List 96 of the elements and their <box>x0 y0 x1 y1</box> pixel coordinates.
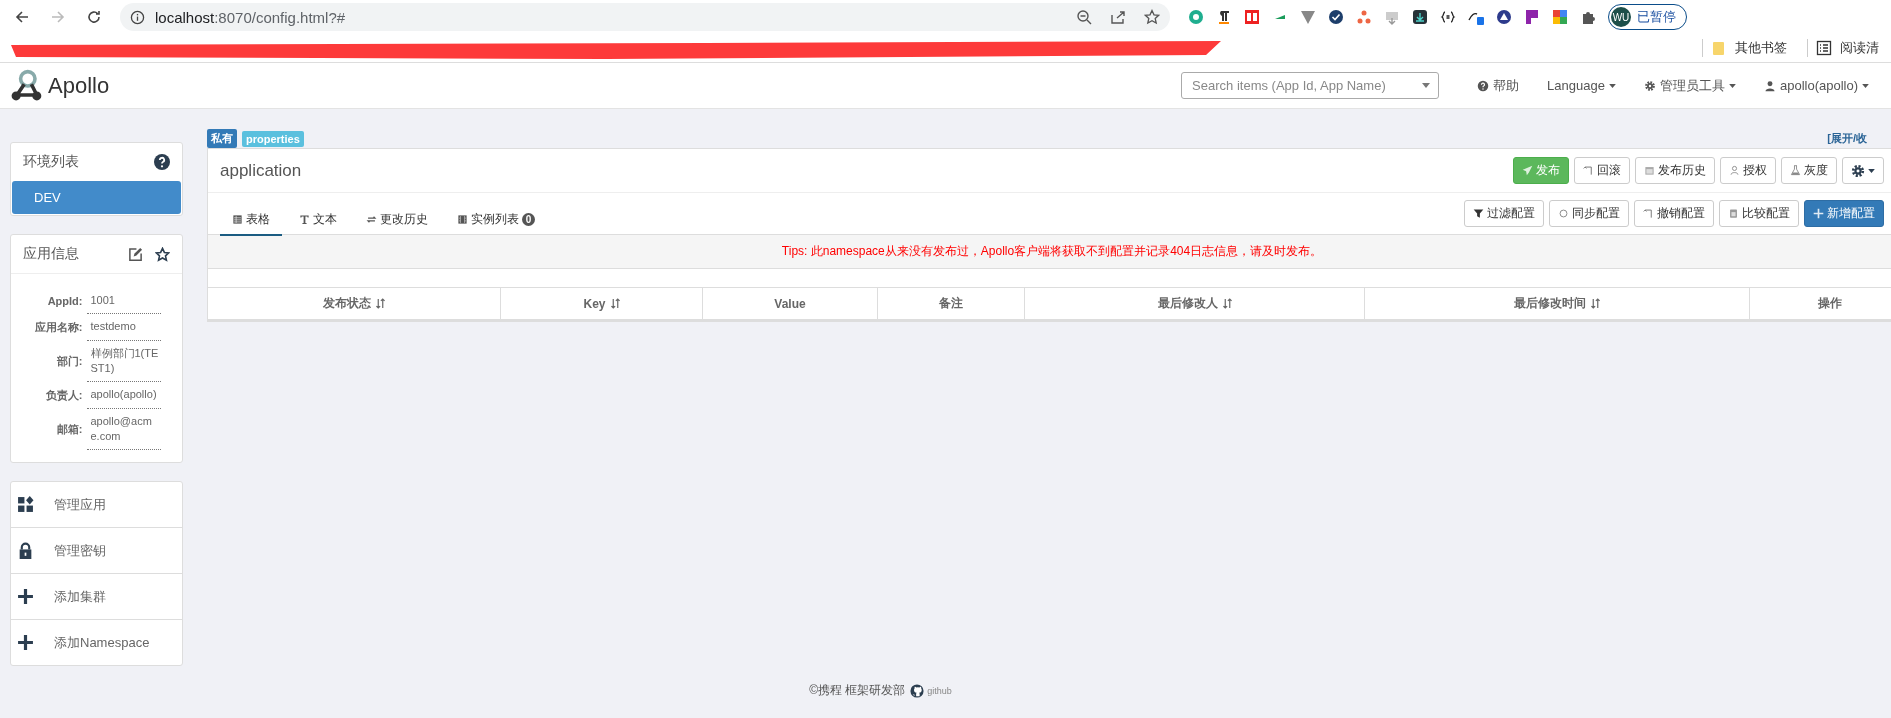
star-icon[interactable] <box>155 246 170 262</box>
extensions-puzzle-icon[interactable] <box>1580 9 1596 25</box>
expand-collapse-link[interactable]: [展开/收 <box>1827 131 1867 146</box>
column-header[interactable]: 最后修改时间 <box>1365 288 1750 319</box>
extension-icon[interactable] <box>1524 9 1540 25</box>
caret-icon <box>1868 168 1875 173</box>
field-label: 邮箱: <box>55 422 83 437</box>
filter-icon <box>1473 208 1484 219</box>
calendar-icon <box>1644 165 1655 176</box>
environment-item[interactable]: DEV <box>12 181 181 214</box>
config-button[interactable]: 同步配置 <box>1549 200 1629 227</box>
extension-icon[interactable] <box>1412 9 1428 25</box>
field-label: 部门: <box>55 354 83 369</box>
edit-icon[interactable] <box>128 246 143 262</box>
field-label: AppId: <box>46 294 83 309</box>
plus-icon <box>1813 208 1824 219</box>
column-header: 操作 <box>1750 288 1891 319</box>
return-arrow-icon <box>1583 165 1594 176</box>
column-header: Value <box>703 288 878 319</box>
extension-icon[interactable] <box>1496 9 1512 25</box>
bookmark-star-icon[interactable] <box>1144 9 1160 25</box>
field-value: 样例部门1(TEST1) <box>86 341 161 382</box>
field-label: 应用名称: <box>33 320 83 335</box>
field-value: apollo(apollo) <box>86 382 161 409</box>
nav-link[interactable]: 管理员工具 <box>1643 76 1736 95</box>
column-header[interactable]: 发布状态 <box>208 288 501 319</box>
document-icon <box>1728 208 1739 219</box>
toolbar-button[interactable]: 发布历史 <box>1635 157 1715 184</box>
toolbar-button[interactable]: 授权 <box>1720 157 1776 184</box>
flask-icon <box>1790 165 1801 176</box>
field-value: 1001 <box>86 288 161 314</box>
toolbar-button[interactable]: 回滚 <box>1574 157 1630 184</box>
brand-name[interactable]: Apollo <box>48 72 110 99</box>
circle-icon <box>1558 208 1569 219</box>
nav-link[interactable]: Language <box>1547 78 1616 93</box>
copyright-text: ©携程 框架研发部 <box>809 682 906 699</box>
view-tab[interactable]: 文本 <box>287 201 349 236</box>
folder-icon <box>1711 40 1727 56</box>
search-field[interactable]: Search items (App Id, App Name) <box>1181 72 1440 99</box>
user-icon <box>1763 79 1776 92</box>
zoom-out-icon[interactable] <box>1076 9 1092 25</box>
help-icon <box>1477 79 1490 92</box>
panel-title: 应用信息 <box>23 245 79 263</box>
info-icon[interactable] <box>130 9 145 25</box>
swap-arrows-icon <box>366 214 377 225</box>
bookmark-folder[interactable]: 其他书签 <box>1735 39 1787 57</box>
column-header[interactable]: 最后修改人 <box>1025 288 1365 319</box>
config-button[interactable]: 撤销配置 <box>1634 200 1714 227</box>
return-arrow-icon <box>1643 208 1654 219</box>
address-field[interactable]: localhost:8070/config.html?# <box>155 8 346 26</box>
view-tab[interactable]: 更改历史 <box>354 201 440 236</box>
share-icon[interactable] <box>1110 9 1126 25</box>
sidebar-action[interactable]: 添加Namespace <box>11 620 182 665</box>
config-button[interactable]: 比较配置 <box>1719 200 1799 227</box>
panel-title: 环境列表 <box>23 153 79 171</box>
apps-icon <box>17 496 34 513</box>
config-button[interactable]: 过滤配置 <box>1464 200 1544 227</box>
extension-icon[interactable] <box>1328 9 1344 25</box>
view-tab[interactable]: 实例列表 0 <box>445 201 547 236</box>
column-header[interactable]: Key <box>501 288 703 319</box>
reading-list-icon <box>1816 40 1832 56</box>
plus-icon <box>17 588 34 605</box>
namespace-tag: properties <box>242 130 304 147</box>
reading-list-link[interactable]: 阅读清 <box>1840 39 1879 57</box>
send-icon <box>1522 165 1533 176</box>
github-icon[interactable] <box>910 683 925 698</box>
field-label: 负责人: <box>44 388 83 403</box>
sidebar-action[interactable]: 管理密钥 <box>11 528 182 574</box>
text-icon <box>299 214 310 225</box>
table-icon <box>232 214 243 225</box>
extension-icon[interactable] <box>1216 9 1232 25</box>
namespace-name: application <box>220 160 302 181</box>
settings-dropdown-button[interactable] <box>1842 157 1884 184</box>
help-icon[interactable] <box>154 154 170 170</box>
plus-icon <box>17 634 34 651</box>
avatar[interactable]: WU <box>1611 7 1631 27</box>
extension-icon[interactable] <box>1440 9 1456 25</box>
film-icon <box>457 214 468 225</box>
lock-icon <box>17 542 34 559</box>
nav-link[interactable]: 帮助 <box>1477 76 1520 95</box>
field-value: testdemo <box>86 314 161 341</box>
field-value: apollo@acme.com <box>86 409 161 450</box>
config-button[interactable]: 新增配置 <box>1804 200 1884 227</box>
toolbar-button[interactable]: 灰度 <box>1781 157 1837 184</box>
profile-status: 已暂停 <box>1637 8 1676 26</box>
caret-icon[interactable] <box>1422 83 1431 88</box>
nav-link[interactable]: apollo(apollo) <box>1763 78 1869 93</box>
settings-icon <box>1851 163 1865 178</box>
column-header: 备注 <box>878 288 1025 319</box>
warning-message: Tips: 此namespace从来没有发布过，Apollo客户端将获取不到配置并记录404日志信息，请及时发布。 <box>781 243 1323 260</box>
user-icon <box>1729 165 1740 176</box>
count-badge: 0 <box>522 213 535 226</box>
sidebar-action[interactable]: 管理应用 <box>11 482 182 528</box>
namespace-tag: 私有 <box>207 129 237 148</box>
settings-icon <box>1643 79 1656 92</box>
sidebar-action[interactable]: 添加集群 <box>11 574 182 620</box>
